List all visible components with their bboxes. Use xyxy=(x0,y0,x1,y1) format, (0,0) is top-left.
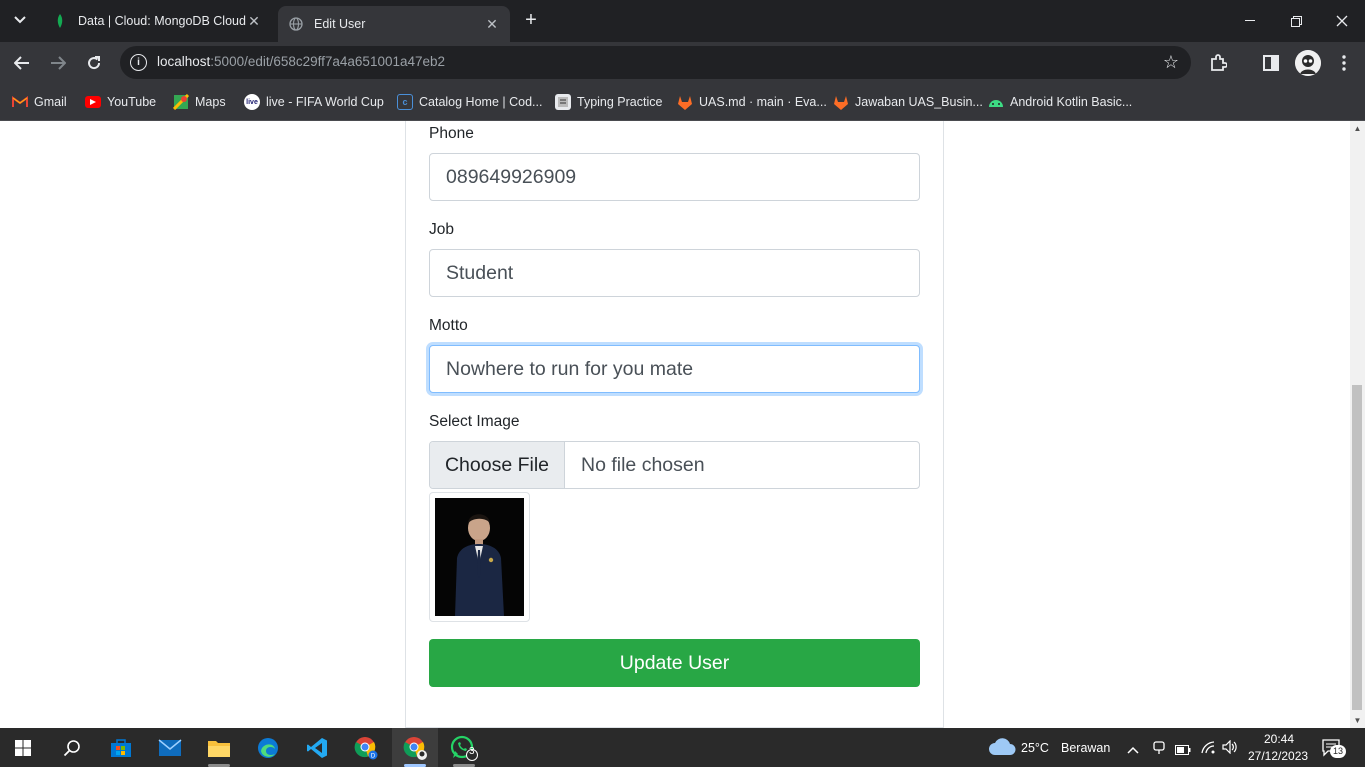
extensions-puzzle-icon[interactable] xyxy=(1206,51,1230,75)
catalog-icon: c xyxy=(397,94,413,110)
close-icon[interactable]: ✕ xyxy=(246,13,262,30)
live-icon: live xyxy=(244,94,260,110)
bookmark-youtube[interactable]: YouTube xyxy=(85,93,156,111)
bookmark-label: UAS.md · main · Eva... xyxy=(699,95,827,109)
bookmark-label: Maps xyxy=(195,95,226,109)
reload-icon[interactable] xyxy=(82,51,106,75)
microsoft-store-icon[interactable] xyxy=(98,728,144,767)
bookmark-label: Jawaban UAS_Busin... xyxy=(855,95,983,109)
job-label: Job xyxy=(429,221,454,238)
bookmark-android[interactable]: Android Kotlin Basic... xyxy=(988,93,1132,111)
weather-cloud-icon[interactable] xyxy=(988,738,1016,761)
bookmark-label: Gmail xyxy=(34,95,67,109)
select-image-label: Select Image xyxy=(429,413,520,430)
volume-icon[interactable] xyxy=(1222,739,1238,759)
menu-kebab-icon[interactable] xyxy=(1332,51,1356,75)
vscode-icon[interactable] xyxy=(294,728,340,767)
bookmark-label: YouTube xyxy=(107,95,157,109)
whatsapp-icon[interactable]: 3 xyxy=(441,728,487,767)
gitlab-icon xyxy=(833,94,849,110)
profile-avatar-icon[interactable] xyxy=(1295,50,1321,76)
motto-label: Motto xyxy=(429,317,468,334)
tab-title: Data | Cloud: MongoDB Cloud xyxy=(78,14,246,28)
clock-time[interactable]: 20:44 xyxy=(1264,732,1294,746)
youtube-icon xyxy=(85,96,101,108)
page-viewport: Phone 089649926909 Job Student Motto Now… xyxy=(0,121,1350,728)
tray-chevron-up-icon[interactable] xyxy=(1127,741,1139,759)
clock-date[interactable]: 27/12/2023 xyxy=(1248,749,1308,763)
typing-icon xyxy=(555,94,571,110)
back-arrow-icon[interactable] xyxy=(10,51,34,75)
bookmark-typing[interactable]: Typing Practice xyxy=(555,93,662,111)
job-input[interactable]: Student xyxy=(429,249,920,297)
svg-text:D: D xyxy=(371,753,376,759)
search-icon[interactable] xyxy=(49,728,95,767)
chrome-profile-icon[interactable]: D xyxy=(343,728,389,767)
close-icon[interactable]: ✕ xyxy=(484,16,500,33)
battery-icon[interactable] xyxy=(1175,742,1191,760)
meet-now-icon[interactable] xyxy=(1152,739,1166,760)
globe-icon xyxy=(288,16,304,32)
windows-taskbar: D 3 25°C Berawan 20:44 27/12/2023 13 xyxy=(0,728,1365,767)
bookmark-fifa[interactable]: live live - FIFA World Cup xyxy=(244,93,384,111)
bookmark-label: Catalog Home | Cod... xyxy=(419,95,543,109)
forward-arrow-icon[interactable] xyxy=(46,51,70,75)
mail-icon[interactable] xyxy=(147,728,193,767)
scroll-down-arrow-icon[interactable]: ▼ xyxy=(1350,713,1365,728)
tab-search-chevron-icon[interactable] xyxy=(8,8,32,32)
bookmark-maps[interactable]: Maps xyxy=(173,93,226,111)
bookmark-catalog[interactable]: c Catalog Home | Cod... xyxy=(397,93,542,111)
maps-icon xyxy=(173,94,189,110)
tab-title: Edit User xyxy=(314,17,366,31)
notification-count: 13 xyxy=(1330,745,1347,758)
weather-temp[interactable]: 25°C xyxy=(1021,741,1049,755)
user-photo xyxy=(435,498,524,616)
android-icon xyxy=(988,94,1004,110)
bookmarks-bar: Gmail YouTube Maps live live - FIFA Worl… xyxy=(0,84,1365,121)
minimize-icon[interactable] xyxy=(1227,0,1273,42)
file-explorer-icon[interactable] xyxy=(196,728,242,767)
update-user-button[interactable]: Update User xyxy=(429,639,920,687)
page-scrollbar[interactable]: ▲ ▼ xyxy=(1350,121,1365,728)
bookmark-label: Typing Practice xyxy=(577,95,663,109)
no-file-chosen-text: No file chosen xyxy=(581,453,705,476)
url-host: localhost xyxy=(157,54,211,69)
windows-start-icon[interactable] xyxy=(0,728,46,767)
bookmark-gmail[interactable]: Gmail xyxy=(12,93,67,111)
address-url[interactable]: localhost:5000/edit/658c29ff7a4a651001a4… xyxy=(157,54,445,69)
edge-icon[interactable] xyxy=(245,728,291,767)
bookmark-star-icon[interactable]: ☆ xyxy=(1163,52,1179,73)
browser-tab-strip: Data | Cloud: MongoDB Cloud ✕ Edit User … xyxy=(0,0,1365,42)
bookmark-label: Android Kotlin Basic... xyxy=(1010,95,1133,109)
chrome-active-icon[interactable] xyxy=(392,728,438,767)
wifi-icon[interactable] xyxy=(1200,740,1216,759)
scroll-up-arrow-icon[interactable]: ▲ xyxy=(1350,121,1365,136)
whatsapp-badge: 3 xyxy=(469,746,475,757)
mongodb-leaf-icon xyxy=(52,13,68,29)
window-close-icon[interactable] xyxy=(1319,0,1365,42)
tab-edit-user[interactable]: Edit User ✕ xyxy=(278,6,510,42)
weather-text[interactable]: Berawan xyxy=(1061,741,1110,755)
restore-icon[interactable] xyxy=(1273,0,1319,42)
gitlab-icon xyxy=(677,94,693,110)
side-panel-icon[interactable] xyxy=(1259,51,1283,75)
url-path: :5000/edit/658c29ff7a4a651001a47eb2 xyxy=(210,54,446,69)
address-bar[interactable]: i localhost:5000/edit/658c29ff7a4a651001… xyxy=(120,46,1191,79)
new-tab-plus-icon[interactable]: + xyxy=(520,9,542,31)
motto-input[interactable]: Nowhere to run for you mate xyxy=(429,345,920,393)
image-file-input[interactable]: Choose File No file chosen xyxy=(429,441,920,489)
scrollbar-thumb[interactable] xyxy=(1352,385,1362,710)
bookmark-jawaban[interactable]: Jawaban UAS_Busin... xyxy=(833,93,983,111)
phone-label: Phone xyxy=(429,125,474,142)
site-info-icon[interactable]: i xyxy=(130,54,147,71)
notification-center-icon[interactable]: 13 xyxy=(1322,739,1347,762)
phone-input[interactable]: 089649926909 xyxy=(429,153,920,201)
user-photo-thumbnail xyxy=(429,492,530,622)
gmail-icon xyxy=(12,94,28,110)
bookmark-label: live - FIFA World Cup xyxy=(266,95,384,109)
choose-file-button[interactable]: Choose File xyxy=(430,442,565,488)
bookmark-uas-md[interactable]: UAS.md · main · Eva... xyxy=(677,93,827,111)
tab-mongodb[interactable]: Data | Cloud: MongoDB Cloud ✕ xyxy=(42,6,272,36)
